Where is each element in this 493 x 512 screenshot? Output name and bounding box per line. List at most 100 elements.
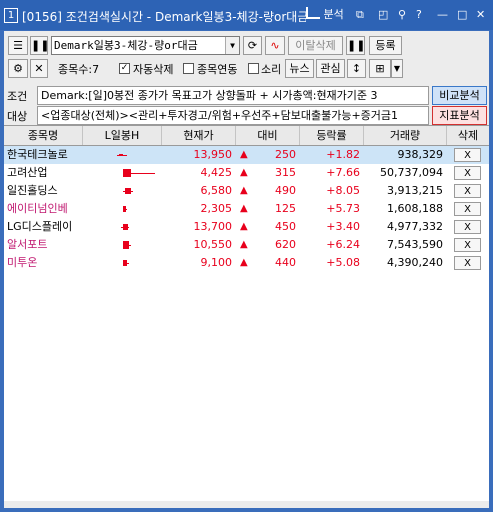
cell-name: 알서포트 [7, 238, 48, 251]
cell-candle [83, 182, 162, 200]
refresh-icon: ⟳ [247, 39, 258, 52]
up-triangle-icon: ▲ [240, 203, 248, 214]
register-button[interactable]: 등록 [369, 36, 402, 55]
chevron-down-icon: ▼ [393, 64, 401, 73]
sort-button[interactable]: ↕ [347, 59, 366, 78]
chart-button[interactable]: ∿ [265, 36, 285, 55]
pause-icon: ❚❚ [31, 39, 50, 52]
cell-price: 13,700 [193, 220, 233, 233]
settings-button[interactable]: ⚙ [8, 59, 28, 78]
header-delete[interactable]: 삭제 [447, 126, 489, 145]
cell-candle [83, 146, 162, 164]
gear-icon: ⚙ [13, 62, 23, 75]
cell-name: 미투온 [7, 256, 38, 269]
table-row[interactable]: 고려산업 4,425 ▲ 315 +7.66 50,737,094 X [4, 164, 489, 182]
table-row[interactable]: 알서포트 10,550 ▲ 620 +6.24 7,543,590 X [4, 236, 489, 254]
up-triangle-icon: ▲ [240, 167, 248, 178]
window-title: [0156] 조건검색실시간 - Demark일봉3-체강-량or대금 [22, 10, 306, 24]
pause-button[interactable]: ❚❚ [30, 36, 50, 55]
delete-row-button[interactable]: X [454, 166, 481, 180]
header-volume[interactable]: 거래량 [364, 126, 447, 145]
cell-name: 에이티넘인베 [7, 202, 68, 215]
delete-row-button[interactable]: X [454, 238, 481, 252]
change-value: 620 [275, 238, 296, 251]
layout-dropdown[interactable]: ▼ [391, 59, 403, 78]
change-value: 440 [275, 256, 296, 269]
help-icon[interactable]: ? [416, 7, 422, 23]
stock-link-checkbox[interactable] [183, 63, 194, 74]
cell-change: ▲ 450 [236, 218, 300, 236]
change-value: 125 [275, 202, 296, 215]
delete-row-button[interactable]: X [454, 256, 481, 270]
result-table: 종목명 L일봉H 현재가 대비 등락률 거래량 삭제 한국테크놀로 13,950 ▲… [4, 125, 489, 501]
stop-button[interactable]: ❚❚ [346, 36, 365, 55]
cell-change: ▲ 440 [236, 254, 300, 272]
condition-text: Demark:[일]0봉전 종가가 목표고가 상향돌파 + 시가총액:현재가기준… [37, 86, 429, 105]
table-row[interactable]: 한국테크놀로 13,950 ▲ 250 +1.82 938,329 X [4, 146, 489, 164]
chevron-down-icon[interactable]: ▼ [225, 37, 239, 54]
cell-change: ▲ 620 [236, 236, 300, 254]
change-value: 450 [275, 220, 296, 233]
header-name[interactable]: 종목명 [4, 126, 83, 145]
minimize-icon[interactable]: — [437, 7, 448, 23]
auto-delete-label: 자동삭제 [133, 63, 174, 76]
cell-candle [83, 200, 162, 218]
header-price[interactable]: 현재가 [162, 126, 236, 145]
delete-row-button[interactable]: X [454, 184, 481, 198]
main-window: 1 [0156] 조건검색실시간 - Demark일봉3-체강-량or대금 분석… [0, 0, 493, 512]
layout-button[interactable]: ⊞ [369, 59, 391, 78]
cell-delete: X [447, 254, 489, 272]
cell-delete: X [447, 200, 489, 218]
maximize-icon[interactable]: □ [457, 7, 467, 23]
cell-rate: +7.66 [326, 166, 360, 179]
close-icon[interactable]: ✕ [476, 7, 485, 23]
cell-volume: 50,737,094 [380, 166, 443, 179]
header-candle[interactable]: L일봉H [83, 126, 162, 145]
cell-change: ▲ 125 [236, 200, 300, 218]
cell-price: 4,425 [200, 166, 233, 179]
table-row[interactable]: 에이티넘인베 2,305 ▲ 125 +5.73 1,608,188 X [4, 200, 489, 218]
up-triangle-icon: ▲ [240, 257, 248, 268]
analysis-button[interactable]: 분석 [306, 7, 344, 23]
condition-select[interactable]: Demark일봉3-체강-량or대금 ▼ [51, 36, 240, 55]
cell-volume: 7,543,590 [387, 238, 443, 251]
candle-body [123, 169, 131, 177]
table-row[interactable]: LG디스플레이 13,700 ▲ 450 +3.40 4,977,332 X [4, 218, 489, 236]
pause-icon: ❚❚ [347, 39, 366, 52]
cell-change: ▲ 250 [236, 146, 300, 164]
target-label: 대상 [7, 110, 28, 123]
cell-delete: X [447, 182, 489, 200]
delete-row-button[interactable]: X [454, 220, 481, 234]
line-chart-icon: ∿ [270, 39, 280, 52]
deviation-delete-button[interactable]: 이탈삭제 [288, 36, 343, 55]
target-text: <업종대상(전체)><관리+투자경고/위험+우선주+담보대출불가능+증거금1 [37, 106, 429, 125]
indicator-analysis-button[interactable]: 지표분석 [432, 106, 487, 125]
change-value: 315 [275, 166, 296, 179]
cell-name: 한국테크놀로 [7, 148, 68, 161]
link-icon[interactable]: ⚲ [398, 7, 406, 23]
condition-list-button[interactable]: ☰ [8, 36, 28, 55]
compare-analysis-button[interactable]: 비교분석 [432, 86, 487, 105]
condition-select-value: Demark일봉3-체강-량or대금 [54, 39, 198, 52]
sound-checkbox[interactable] [248, 63, 259, 74]
content-area: ☰ ❚❚ Demark일봉3-체강-량or대금 ▼ ⟳ ∿ 이탈삭제 ❚❚ 등록… [4, 31, 489, 508]
cell-delete: X [447, 218, 489, 236]
cell-volume: 3,913,215 [387, 184, 443, 197]
table-row[interactable]: 일진홀딩스 6,580 ▲ 490 +8.05 3,913,215 X [4, 182, 489, 200]
header-rate[interactable]: 등락률 [300, 126, 364, 145]
sound-label: 소리 [261, 63, 282, 76]
delete-row-button[interactable]: X [454, 148, 481, 162]
header-change[interactable]: 대비 [236, 126, 300, 145]
clear-button[interactable]: ✕ [30, 59, 48, 78]
cell-volume: 938,329 [397, 148, 444, 161]
layout-icon[interactable]: ◰ [378, 7, 388, 23]
cell-price: 2,305 [200, 202, 233, 215]
candle-body [123, 224, 128, 230]
delete-row-button[interactable]: X [454, 202, 481, 216]
table-row[interactable]: 미투온 9,100 ▲ 440 +5.08 4,390,240 X [4, 254, 489, 272]
pin-icon[interactable]: ⧉ [356, 7, 364, 23]
auto-delete-checkbox[interactable]: ✓ [119, 63, 130, 74]
news-button[interactable]: 뉴스 [285, 59, 314, 78]
refresh-button[interactable]: ⟳ [243, 36, 262, 55]
interest-button[interactable]: 관심 [316, 59, 345, 78]
